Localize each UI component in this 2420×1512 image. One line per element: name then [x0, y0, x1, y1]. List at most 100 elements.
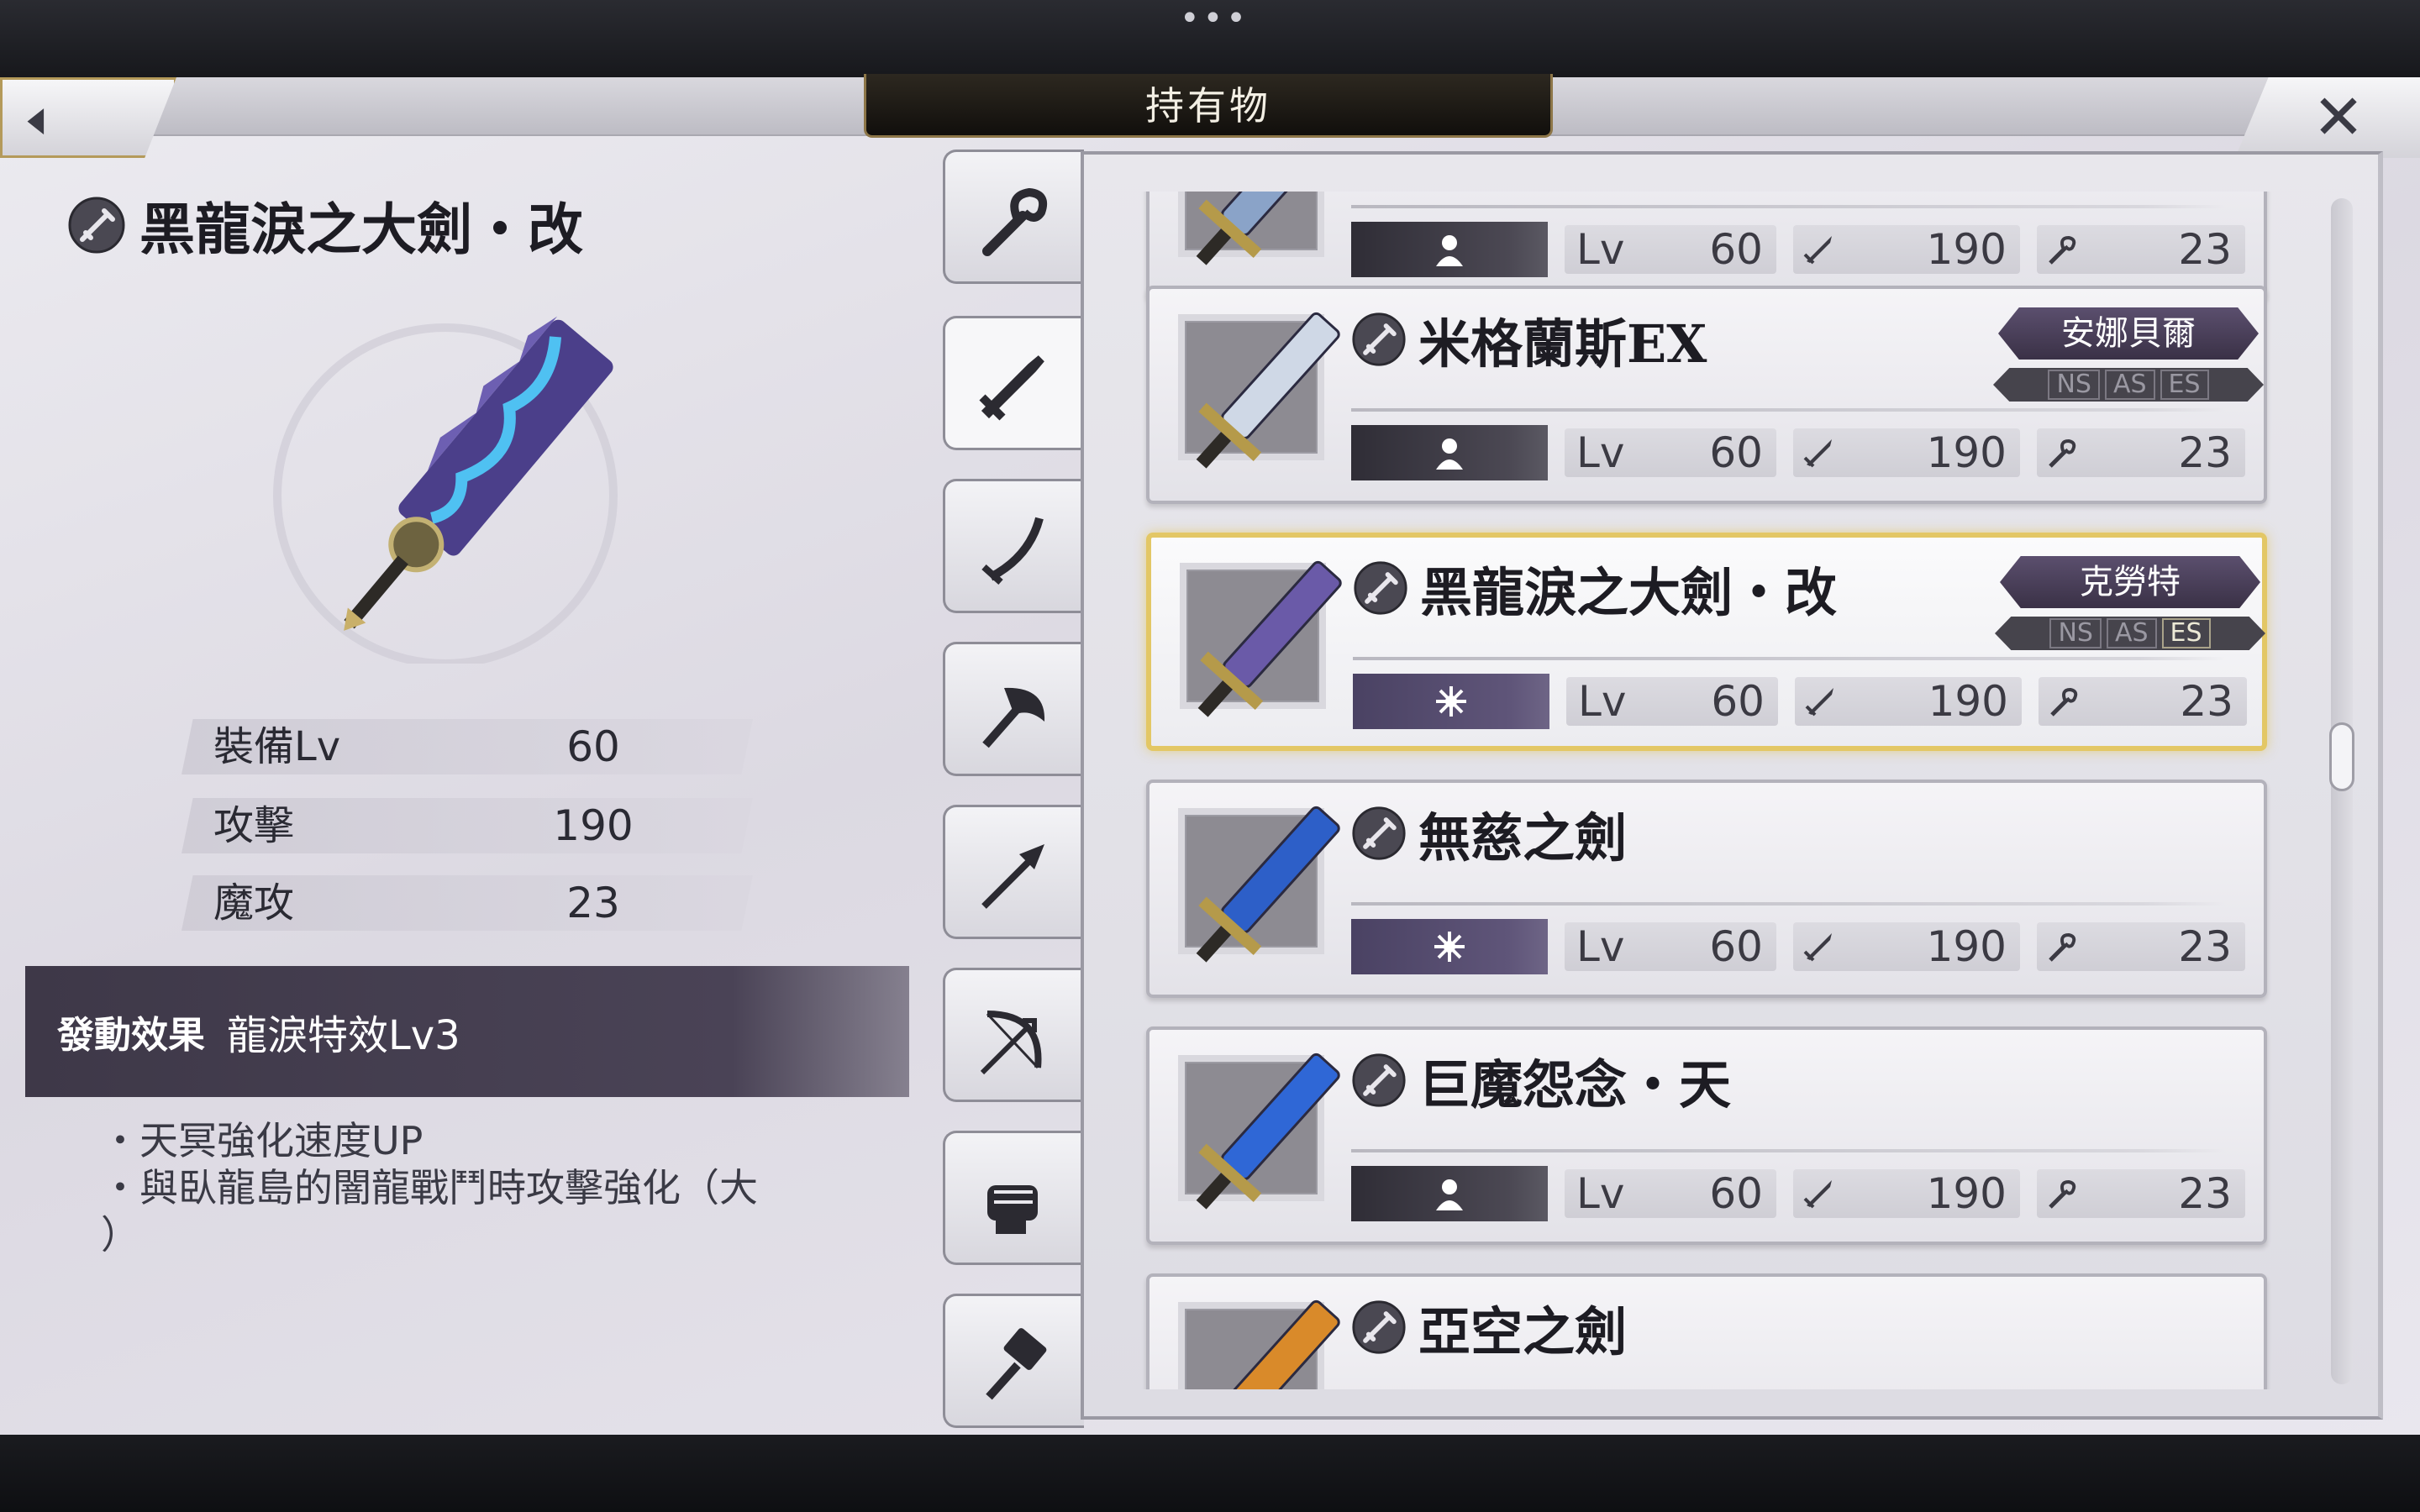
attack-icon [1803, 1180, 1832, 1209]
selected-item-name: 黑龍淚之大劍・改 [67, 190, 689, 262]
attack-icon [1803, 439, 1832, 468]
tab-bow[interactable] [943, 968, 1084, 1102]
skill-tag: ES [2160, 370, 2209, 400]
item-stats: Lv 60 190 23 [1351, 919, 2245, 974]
stat-value: 23 [566, 879, 620, 927]
sword-icon [979, 355, 1044, 421]
weapon-image [1196, 806, 1340, 963]
fist-icon [987, 1185, 1038, 1234]
skill-tag: NS [2048, 370, 2100, 400]
character-icon [1436, 438, 1463, 470]
tab-spear[interactable] [943, 805, 1084, 939]
item-card-selected[interactable]: 黑龍淚之大劍・改 克勞特 NS AS ES Lv 60 190 23 [1146, 533, 2267, 751]
scrollbar-track[interactable] [2331, 198, 2353, 1384]
equip-status [1351, 919, 1548, 974]
top-status-bar: ••• [0, 0, 2420, 77]
tab-staff[interactable] [943, 150, 1084, 284]
weapon-thumbnail [1178, 192, 1340, 265]
tab-sword[interactable] [943, 316, 1092, 450]
level-pill: Lv 60 [1565, 428, 1776, 477]
staff-icon [982, 187, 1048, 256]
magic-pill: 23 [2037, 922, 2245, 971]
skill-tags: NS AS ES [1995, 617, 2265, 650]
axe-icon [982, 687, 1045, 748]
item-card[interactable]: 巨魔怨念・天 Lv 60 190 23 [1146, 1026, 2267, 1245]
item-name: 巨魔怨念・天 [1351, 1045, 1731, 1116]
weapon-image [1221, 1299, 1340, 1389]
item-stats: Lv 60 190 23 [1353, 674, 2247, 729]
item-card[interactable]: 亞空之劍Lv6019023 [1146, 1273, 2267, 1389]
magic-icon [2049, 438, 2076, 468]
attack-value: 190 [1926, 225, 2007, 274]
item-name-text: 黑龍淚之大劍・改 [1420, 562, 1838, 623]
item-card[interactable]: 無慈之劍 Lv 60 190 23 [1146, 780, 2267, 998]
level-label: Lv [1576, 1169, 1625, 1218]
tab-fist[interactable] [943, 1131, 1084, 1265]
skill-tag: AS [2104, 370, 2155, 400]
page-title: 持有物 [1145, 83, 1271, 129]
weapon-thumbnail [1178, 1053, 1340, 1210]
sword-type-icon [1352, 1053, 1406, 1107]
sword-type-icon [1352, 312, 1406, 366]
level-value: 60 [1709, 428, 1763, 477]
divider [1351, 902, 2225, 906]
bow-icon [980, 1011, 1042, 1075]
level-pill: Lv 60 [1566, 677, 1778, 726]
selected-weapon-image [273, 316, 618, 664]
magic-pill: 23 [2037, 1169, 2245, 1218]
item-card[interactable]: 米格蘭斯EX 安娜貝爾 NS AS ES Lv 60 190 23 [1146, 286, 2267, 504]
skill-tag: ES [2161, 618, 2211, 648]
item-card[interactable]: Lv 60 190 23 [1146, 192, 2267, 301]
item-name-text: 米格蘭斯EX [1418, 313, 1707, 375]
equip-status [1351, 222, 1548, 277]
character-badge: 克勞特 [2000, 556, 2260, 608]
close-icon: ✕ [2312, 81, 2365, 154]
divider [1353, 657, 2227, 660]
equip-status [1351, 425, 1548, 480]
level-value: 60 [1709, 225, 1763, 274]
effect-description: ・天冥強化速度UP ・與臥龍島的闇龍戰鬥時攻擊強化（大 ） [101, 1117, 891, 1258]
divider [1351, 1149, 2225, 1152]
bottom-bar [0, 1435, 2420, 1512]
character-icon [1436, 1179, 1463, 1210]
weapon-image [1196, 312, 1340, 469]
tab-axe[interactable] [943, 642, 1084, 776]
equip-status [1353, 674, 1549, 729]
item-name-text: 巨魔怨念・天 [1418, 1054, 1732, 1116]
skill-tag: NS [2049, 618, 2102, 648]
item-title: 黑龍淚之大劍・改 [139, 197, 583, 262]
tab-katana[interactable] [943, 479, 1084, 613]
divider [1351, 408, 2225, 412]
sword-type-icon [1352, 1300, 1406, 1354]
magic-icon [2050, 687, 2078, 717]
item-name: 黑龍淚之大劍・改 [1353, 553, 1837, 623]
magic-value: 23 [2178, 225, 2232, 274]
attack-icon [1805, 688, 1833, 717]
arrow-left-icon: 🢐 [24, 86, 47, 155]
description-line: ） [101, 1212, 139, 1257]
level-value: 60 [1711, 677, 1765, 726]
attack-value: 190 [1926, 922, 2007, 971]
tab-hammer[interactable] [943, 1294, 1084, 1428]
item-list[interactable]: Lv 60 190 23 米格蘭斯EX 安娜貝爾 NS AS ES Lv 60 190 23 黑龍淚之大劍… [1089, 192, 2324, 1389]
menu-dots[interactable]: ••• [1180, 2, 1246, 40]
stat-label: 攻擊 [213, 802, 295, 849]
awakened-star-icon [1436, 686, 1466, 717]
title-plate: 持有物 [864, 74, 1553, 138]
item-stats: Lv 60 190 23 [1351, 222, 2245, 277]
attack-icon [1803, 933, 1832, 962]
magic-value: 23 [2178, 1169, 2232, 1218]
katana-icon [981, 517, 1044, 585]
attack-value: 190 [1928, 677, 2008, 726]
skill-tag: AS [2106, 618, 2157, 648]
item-name: 無慈之劍 [1351, 798, 1627, 869]
scrollbar-thumb[interactable] [2329, 722, 2354, 791]
description-line: ・天冥強化速度UP [101, 1118, 424, 1163]
attack-pill: 190 [1793, 922, 2020, 971]
level-pill: Lv 60 [1565, 1169, 1776, 1218]
magic-pill: 23 [2037, 225, 2245, 274]
stat-label: 魔攻 [213, 879, 295, 927]
attack-pill: 190 [1793, 225, 2020, 274]
attack-value: 190 [1926, 428, 2007, 477]
hammer-icon [986, 1328, 1047, 1400]
